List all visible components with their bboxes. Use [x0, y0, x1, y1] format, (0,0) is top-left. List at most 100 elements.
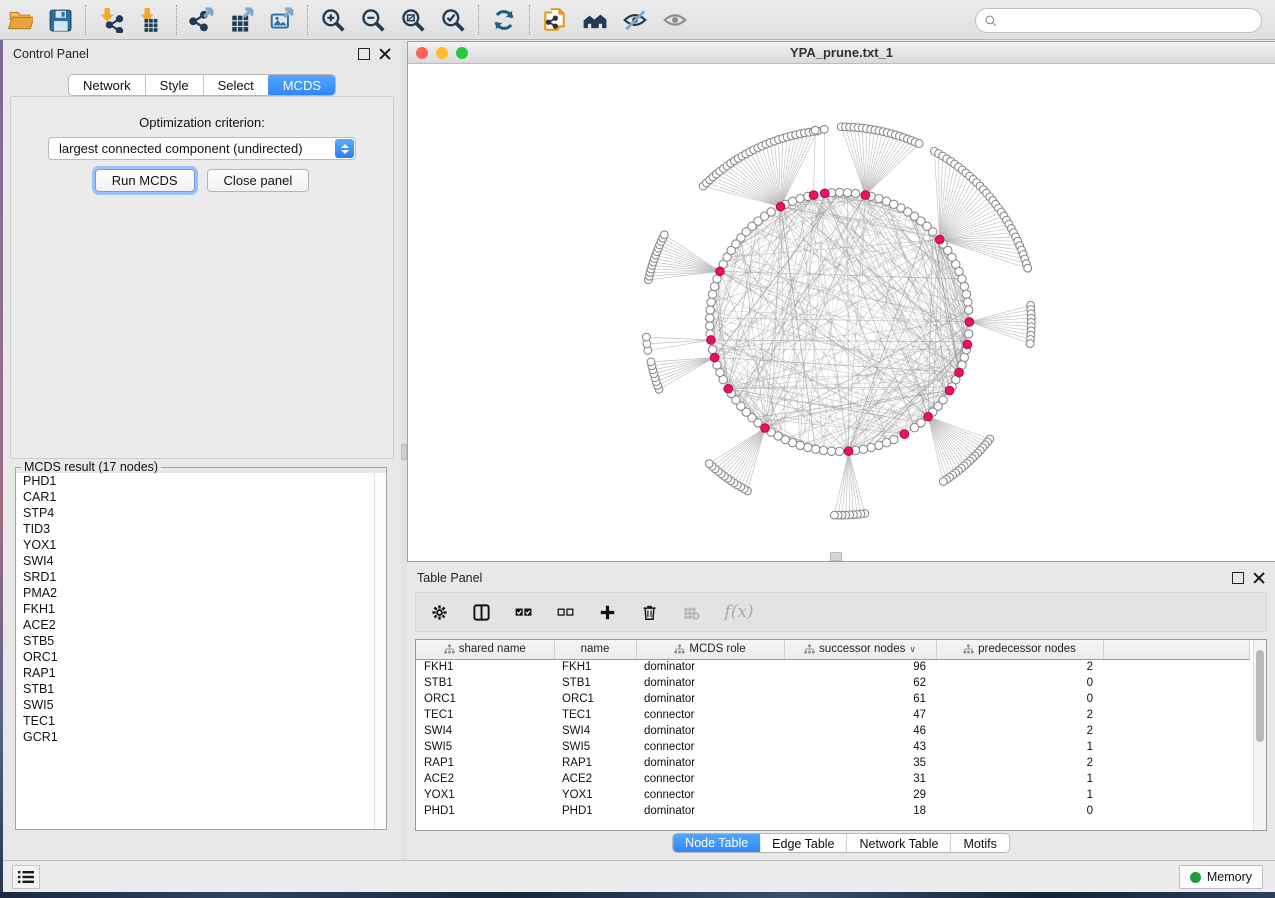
cell-successor-nodes[interactable]: 96	[784, 659, 936, 675]
cell-shared-name[interactable]: SWI4	[416, 723, 554, 739]
graph-hub-node[interactable]	[844, 447, 853, 456]
column-header-shared-name[interactable]: shared name	[416, 640, 554, 659]
graph-hub-node[interactable]	[821, 189, 830, 198]
graph-node[interactable]	[706, 306, 714, 314]
cell-successor-nodes[interactable]: 61	[784, 691, 936, 707]
graph-node[interactable]	[827, 447, 835, 455]
maximize-window-button[interactable]	[456, 47, 468, 59]
graph-node[interactable]	[796, 194, 804, 202]
graph-satellite-node[interactable]	[811, 126, 819, 134]
graph-node[interactable]	[819, 446, 827, 454]
cell-name[interactable]: YOX1	[554, 787, 636, 803]
cell-predecessor-nodes[interactable]: 1	[936, 739, 1103, 755]
cell-successor-nodes[interactable]: 31	[784, 771, 936, 787]
table-row[interactable]: RAP1RAP1dominator352	[416, 755, 1250, 771]
close-panel-icon[interactable]	[1253, 572, 1265, 584]
export-table-button[interactable]	[222, 3, 262, 37]
mcds-result-item[interactable]: STB1	[16, 681, 386, 697]
table-row[interactable]: STB1STB1dominator620	[416, 675, 1250, 691]
graph-satellite-node[interactable]	[642, 333, 650, 341]
mcds-result-item[interactable]: TID3	[16, 521, 386, 537]
graph-hub-node[interactable]	[900, 430, 909, 439]
cell-successor-nodes[interactable]: 43	[784, 739, 936, 755]
graph-node[interactable]	[962, 290, 970, 298]
graph-hub-node[interactable]	[861, 191, 870, 200]
mcds-result-item[interactable]: TEC1	[16, 713, 386, 729]
graph-hub-node[interactable]	[710, 353, 719, 362]
search-input[interactable]	[1003, 11, 1261, 31]
cell-successor-nodes[interactable]: 29	[784, 787, 936, 803]
column-header-successor-nodes[interactable]: successor nodes∨	[784, 640, 936, 659]
graph-satellite-node[interactable]	[705, 460, 713, 468]
close-panel-icon[interactable]	[379, 48, 391, 60]
cell-MCDS-role[interactable]: dominator	[636, 755, 784, 771]
graph-hub-node[interactable]	[935, 235, 944, 244]
mcds-result-item[interactable]: SRD1	[16, 569, 386, 585]
cell-name[interactable]: SWI4	[554, 723, 636, 739]
mcds-result-item[interactable]: CAR1	[16, 489, 386, 505]
cell-predecessor-nodes[interactable]: 1	[936, 771, 1103, 787]
cell-shared-name[interactable]: ACE2	[416, 771, 554, 787]
graph-node[interactable]	[859, 445, 867, 453]
tab-network-table[interactable]: Network Table	[848, 834, 952, 853]
search-box[interactable]	[975, 8, 1262, 33]
cell-MCDS-role[interactable]: dominator	[636, 691, 784, 707]
cell-predecessor-nodes[interactable]: 2	[936, 707, 1103, 723]
cell-MCDS-role[interactable]: dominator	[636, 659, 784, 675]
refresh-button[interactable]	[484, 3, 524, 37]
import-network-button[interactable]	[91, 3, 131, 37]
cell-shared-name[interactable]: ORC1	[416, 691, 554, 707]
graph-node[interactable]	[708, 345, 716, 353]
add-column-button[interactable]	[596, 601, 618, 623]
graph-node[interactable]	[835, 447, 843, 455]
graph-node[interactable]	[875, 441, 883, 449]
select-all-button[interactable]	[512, 601, 534, 623]
graph-hub-node[interactable]	[955, 368, 964, 377]
table-scrollbar-thumb[interactable]	[1256, 650, 1264, 742]
zoom-in-button[interactable]	[313, 3, 353, 37]
mcds-result-item[interactable]: STB5	[16, 633, 386, 649]
cell-name[interactable]: FKH1	[554, 659, 636, 675]
duplicate-network-button[interactable]	[535, 3, 575, 37]
tab-edge-table[interactable]: Edge Table	[760, 834, 847, 853]
cell-name[interactable]: ACE2	[554, 771, 636, 787]
graph-node[interactable]	[965, 306, 973, 314]
cell-shared-name[interactable]: SWI5	[416, 739, 554, 755]
column-header-predecessor-nodes[interactable]: predecessor nodes	[936, 640, 1103, 659]
graph-node[interactable]	[804, 443, 812, 451]
cell-MCDS-role[interactable]: connector	[636, 787, 784, 803]
cell-successor-nodes[interactable]: 46	[784, 723, 936, 739]
table-row[interactable]: SWI5SWI5connector431	[416, 739, 1250, 755]
column-header-name[interactable]: name	[554, 640, 636, 659]
zoom-selected-button[interactable]	[433, 3, 473, 37]
memory-button[interactable]: Memory	[1179, 865, 1263, 889]
minimize-window-button[interactable]	[436, 47, 448, 59]
cell-shared-name[interactable]: PHD1	[416, 803, 554, 819]
cell-name[interactable]: SWI5	[554, 739, 636, 755]
graph-satellite-node[interactable]	[915, 140, 923, 148]
cell-predecessor-nodes[interactable]: 0	[936, 675, 1103, 691]
first-neighbors-button[interactable]	[575, 3, 615, 37]
cell-predecessor-nodes[interactable]: 2	[936, 723, 1103, 739]
cell-shared-name[interactable]: TEC1	[416, 707, 554, 723]
cell-MCDS-role[interactable]: dominator	[636, 675, 784, 691]
criterion-dropdown[interactable]: largest connected component (undirected)	[48, 137, 356, 160]
graph-satellite-node[interactable]	[831, 511, 839, 519]
export-network-button[interactable]	[182, 3, 222, 37]
graph-hub-node[interactable]	[707, 336, 716, 345]
cell-predecessor-nodes[interactable]: 0	[936, 691, 1103, 707]
graph-node[interactable]	[965, 330, 973, 338]
columns-button[interactable]	[470, 601, 492, 623]
mcds-result-item[interactable]: STP4	[16, 505, 386, 521]
task-history-button[interactable]	[12, 865, 40, 889]
mcds-result-item[interactable]: GCR1	[16, 729, 386, 745]
graph-satellite-node[interactable]	[820, 125, 828, 133]
column-header-MCDS-role[interactable]: MCDS role	[636, 640, 784, 659]
mcds-result-item[interactable]: RAP1	[16, 665, 386, 681]
mcds-list-scrollbar[interactable]	[374, 473, 386, 829]
graph-hub-node[interactable]	[963, 340, 972, 349]
mcds-result-item[interactable]: SWI4	[16, 553, 386, 569]
table-row[interactable]: TEC1TEC1connector472	[416, 707, 1250, 723]
import-table-button[interactable]	[131, 3, 171, 37]
table-row[interactable]: ACE2ACE2connector311	[416, 771, 1250, 787]
